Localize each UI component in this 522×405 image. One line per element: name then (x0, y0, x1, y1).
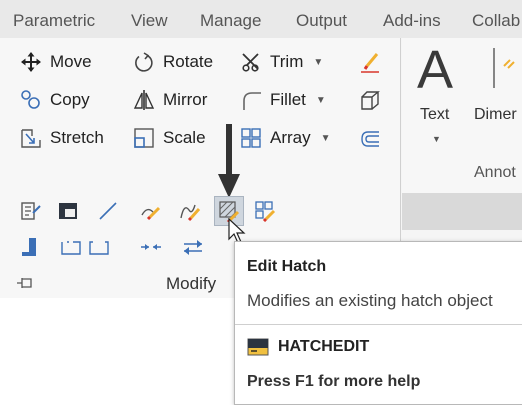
copy-label: Copy (50, 90, 90, 109)
edit-spline-button[interactable] (177, 198, 203, 224)
tab-collaborate[interactable]: Collab (472, 11, 520, 31)
eraser-icon (361, 53, 379, 73)
fillet-button[interactable]: Fillet ▼ (240, 86, 326, 114)
ribbon-tab-bar: Parametric View Manage Output Add-ins Co… (0, 0, 522, 38)
tab-output[interactable]: Output (296, 11, 347, 31)
copy-icon (21, 90, 40, 109)
trim-dropdown-arrow[interactable]: ▼ (313, 57, 323, 68)
lengthen-button[interactable] (95, 198, 121, 224)
stretch-button[interactable]: Stretch (20, 124, 104, 152)
trim-button[interactable]: Trim ▼ (240, 48, 323, 76)
text-tool-letter-icon[interactable]: A (417, 38, 453, 102)
offset-button[interactable] (357, 126, 383, 152)
edit-hatch-tooltip: Edit Hatch Modifies an existing hatch ob… (234, 241, 522, 405)
polyline-edit-icon (141, 206, 161, 221)
array-icon (241, 128, 261, 148)
tab-manage[interactable]: Manage (200, 11, 261, 31)
rotate-button[interactable]: Rotate (133, 48, 213, 76)
draw-order-icon (59, 203, 77, 219)
fillet-label: Fillet (270, 90, 306, 109)
tab-parametric[interactable]: Parametric (13, 11, 95, 31)
align-button[interactable] (18, 235, 44, 259)
command-line-icon (247, 338, 269, 356)
offset-icon (361, 131, 379, 147)
text-tool-label[interactable]: Text (420, 106, 449, 124)
array-dropdown-arrow[interactable]: ▼ (321, 133, 331, 144)
scale-button[interactable]: Scale (133, 124, 206, 152)
join-icon (141, 244, 161, 250)
scale-icon (134, 128, 154, 148)
break-at-point-icon (61, 241, 81, 255)
properties-icon (21, 202, 41, 220)
mirror-button[interactable]: Mirror (133, 86, 207, 114)
tab-view[interactable]: View (131, 11, 168, 31)
dimension-icon[interactable] (492, 46, 522, 90)
move-icon (21, 52, 41, 72)
stretch-icon (21, 129, 41, 148)
line-icon (99, 202, 117, 220)
trim-icon (242, 53, 259, 72)
annotation-panel-strip (402, 193, 522, 230)
break-at-point-button[interactable] (58, 235, 84, 259)
explode-cube-icon (361, 91, 380, 110)
erase-button[interactable] (357, 50, 383, 76)
tooltip-command-row: HATCHEDIT (247, 336, 369, 358)
tooltip-command-name: HATCHEDIT (278, 338, 370, 355)
array-button[interactable]: Array ▼ (240, 124, 331, 152)
fillet-icon (243, 92, 261, 110)
break-button[interactable] (86, 235, 112, 259)
reverse-icon (184, 240, 202, 255)
reverse-button[interactable] (180, 235, 206, 259)
rotate-icon (135, 52, 153, 72)
join-button[interactable] (138, 235, 164, 259)
scale-label: Scale (163, 128, 206, 147)
explode-button[interactable] (357, 88, 383, 114)
tooltip-help-text: Press F1 for more help (247, 373, 421, 390)
text-tool-dropdown-arrow[interactable]: ▼ (432, 134, 441, 144)
rotate-label: Rotate (163, 52, 214, 71)
align-icon (22, 238, 36, 256)
tooltip-description: Modifies an existing hatch object (247, 291, 493, 310)
pointer-arrow-icon (218, 124, 240, 198)
array-edit-icon (255, 201, 276, 222)
draw-order-button[interactable] (55, 198, 81, 224)
edit-polyline-button[interactable] (137, 198, 163, 224)
edit-array-button[interactable] (252, 198, 278, 224)
tooltip-title: Edit Hatch (247, 258, 327, 275)
tab-add-ins[interactable]: Add-ins (383, 11, 441, 31)
trim-label: Trim (270, 52, 304, 71)
dimension-tool-label[interactable]: Dimer (474, 106, 517, 124)
spline-edit-icon (180, 204, 201, 222)
array-label: Array (270, 128, 311, 147)
copy-button[interactable]: Copy (20, 86, 90, 114)
tooltip-divider (235, 324, 522, 325)
annotation-panel: A Text ▼ Dimer Annot (402, 38, 522, 193)
stretch-label: Stretch (50, 128, 104, 147)
break-icon (89, 241, 109, 255)
pin-panel-icon[interactable] (16, 274, 34, 292)
annotation-panel-title[interactable]: Annot (474, 164, 516, 182)
mirror-label: Mirror (163, 90, 208, 109)
move-label: Move (50, 52, 92, 71)
modify-panel-title[interactable]: Modify (166, 274, 216, 294)
mirror-icon (133, 90, 155, 110)
fillet-dropdown-arrow[interactable]: ▼ (316, 95, 326, 106)
move-button[interactable]: Move (20, 48, 92, 76)
properties-tool-button[interactable] (18, 198, 44, 224)
